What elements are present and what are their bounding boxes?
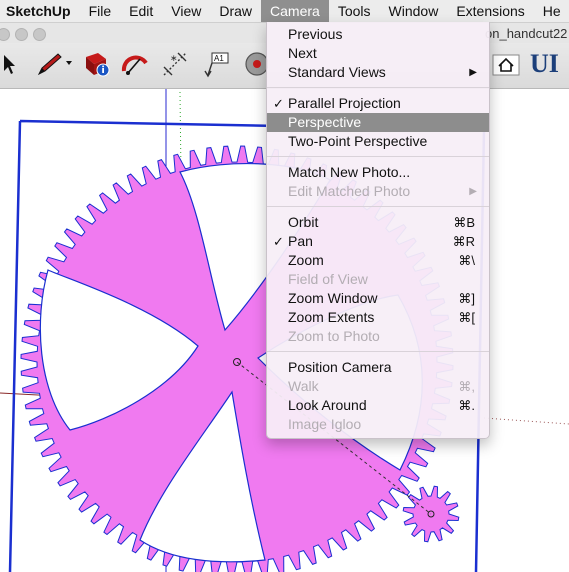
- menu-item-pan[interactable]: ✓ Pan ⌘R: [267, 232, 489, 251]
- checkmark-icon: ✓: [273, 96, 284, 111]
- menu-item-zoom-to-photo: Zoom to Photo: [288, 328, 380, 344]
- menu-item-zoom[interactable]: Zoom ⌘\: [267, 251, 489, 270]
- document-title: on_handcut22: [485, 26, 568, 41]
- close-window-button[interactable]: [0, 28, 10, 41]
- menu-window[interactable]: Window: [380, 0, 448, 22]
- checkmark-icon: ✓: [273, 234, 284, 249]
- menu-item-walk: Walk ⌘,: [288, 378, 475, 394]
- menu-file[interactable]: File: [80, 0, 121, 22]
- menu-camera[interactable]: Camera: [261, 0, 329, 22]
- home-icon[interactable]: [491, 49, 521, 79]
- minimize-window-button[interactable]: [15, 28, 28, 41]
- menu-view[interactable]: View: [162, 0, 210, 22]
- protractor-icon[interactable]: [120, 49, 150, 79]
- camera-menu: Previous Next Standard Views ▶ ✓ Parallel …: [266, 22, 490, 439]
- menu-item-perspective[interactable]: Perspective: [267, 113, 489, 132]
- menu-help[interactable]: He: [534, 0, 569, 22]
- menu-separator: [267, 206, 489, 207]
- menu-tools[interactable]: Tools: [329, 0, 380, 22]
- menu-app-sketchup[interactable]: SketchUp: [0, 0, 80, 22]
- menu-item-two-point-perspective[interactable]: Two-Point Perspective: [267, 132, 489, 151]
- menu-item-orbit[interactable]: Orbit ⌘B: [267, 213, 489, 232]
- text-label-icon[interactable]: A1: [202, 49, 232, 79]
- menu-item-zoom-extents[interactable]: Zoom Extents ⌘[: [267, 308, 489, 327]
- menu-item-edit-matched-photo: Edit Matched Photo ▶: [288, 183, 477, 199]
- submenu-arrow-icon: ▶: [469, 67, 477, 78]
- menu-item-standard-views[interactable]: Standard Views ▶: [267, 63, 489, 82]
- red-axis-dotted: [483, 417, 569, 425]
- menu-draw[interactable]: Draw: [210, 0, 261, 22]
- submenu-arrow-icon: ▶: [469, 186, 477, 197]
- ui-logo: UI: [530, 49, 559, 78]
- menu-bar: SketchUp File Edit View Draw Camera Tool…: [0, 0, 569, 23]
- menu-item-parallel-projection[interactable]: ✓ Parallel Projection: [267, 94, 489, 113]
- menu-separator: [267, 87, 489, 88]
- svg-text:∗: ∗: [170, 53, 178, 63]
- model-info-icon[interactable]: [82, 49, 112, 79]
- zoom-window-button[interactable]: [33, 28, 46, 41]
- dimension-icon[interactable]: ∗: [160, 49, 190, 79]
- menu-edit[interactable]: Edit: [120, 0, 162, 22]
- menu-item-zoom-window[interactable]: Zoom Window ⌘]: [267, 289, 489, 308]
- menu-item-next[interactable]: Next: [267, 44, 489, 63]
- menu-item-previous[interactable]: Previous: [267, 25, 489, 44]
- menu-item-look-around[interactable]: Look Around ⌘.: [267, 396, 489, 415]
- menu-item-field-of-view: Field of View: [288, 271, 368, 287]
- menu-separator: [267, 351, 489, 352]
- menu-item-match-new-photo[interactable]: Match New Photo...: [267, 163, 489, 182]
- select-arrow-icon[interactable]: [0, 49, 30, 79]
- menu-extensions[interactable]: Extensions: [447, 0, 533, 22]
- svg-text:A1: A1: [214, 54, 224, 63]
- menu-item-position-camera[interactable]: Position Camera: [267, 358, 489, 377]
- menu-item-image-igloo: Image Igloo: [288, 416, 362, 432]
- camera-orbit-icon[interactable]: [243, 49, 268, 79]
- pencil-icon[interactable]: [34, 49, 74, 79]
- menu-separator: [267, 156, 489, 157]
